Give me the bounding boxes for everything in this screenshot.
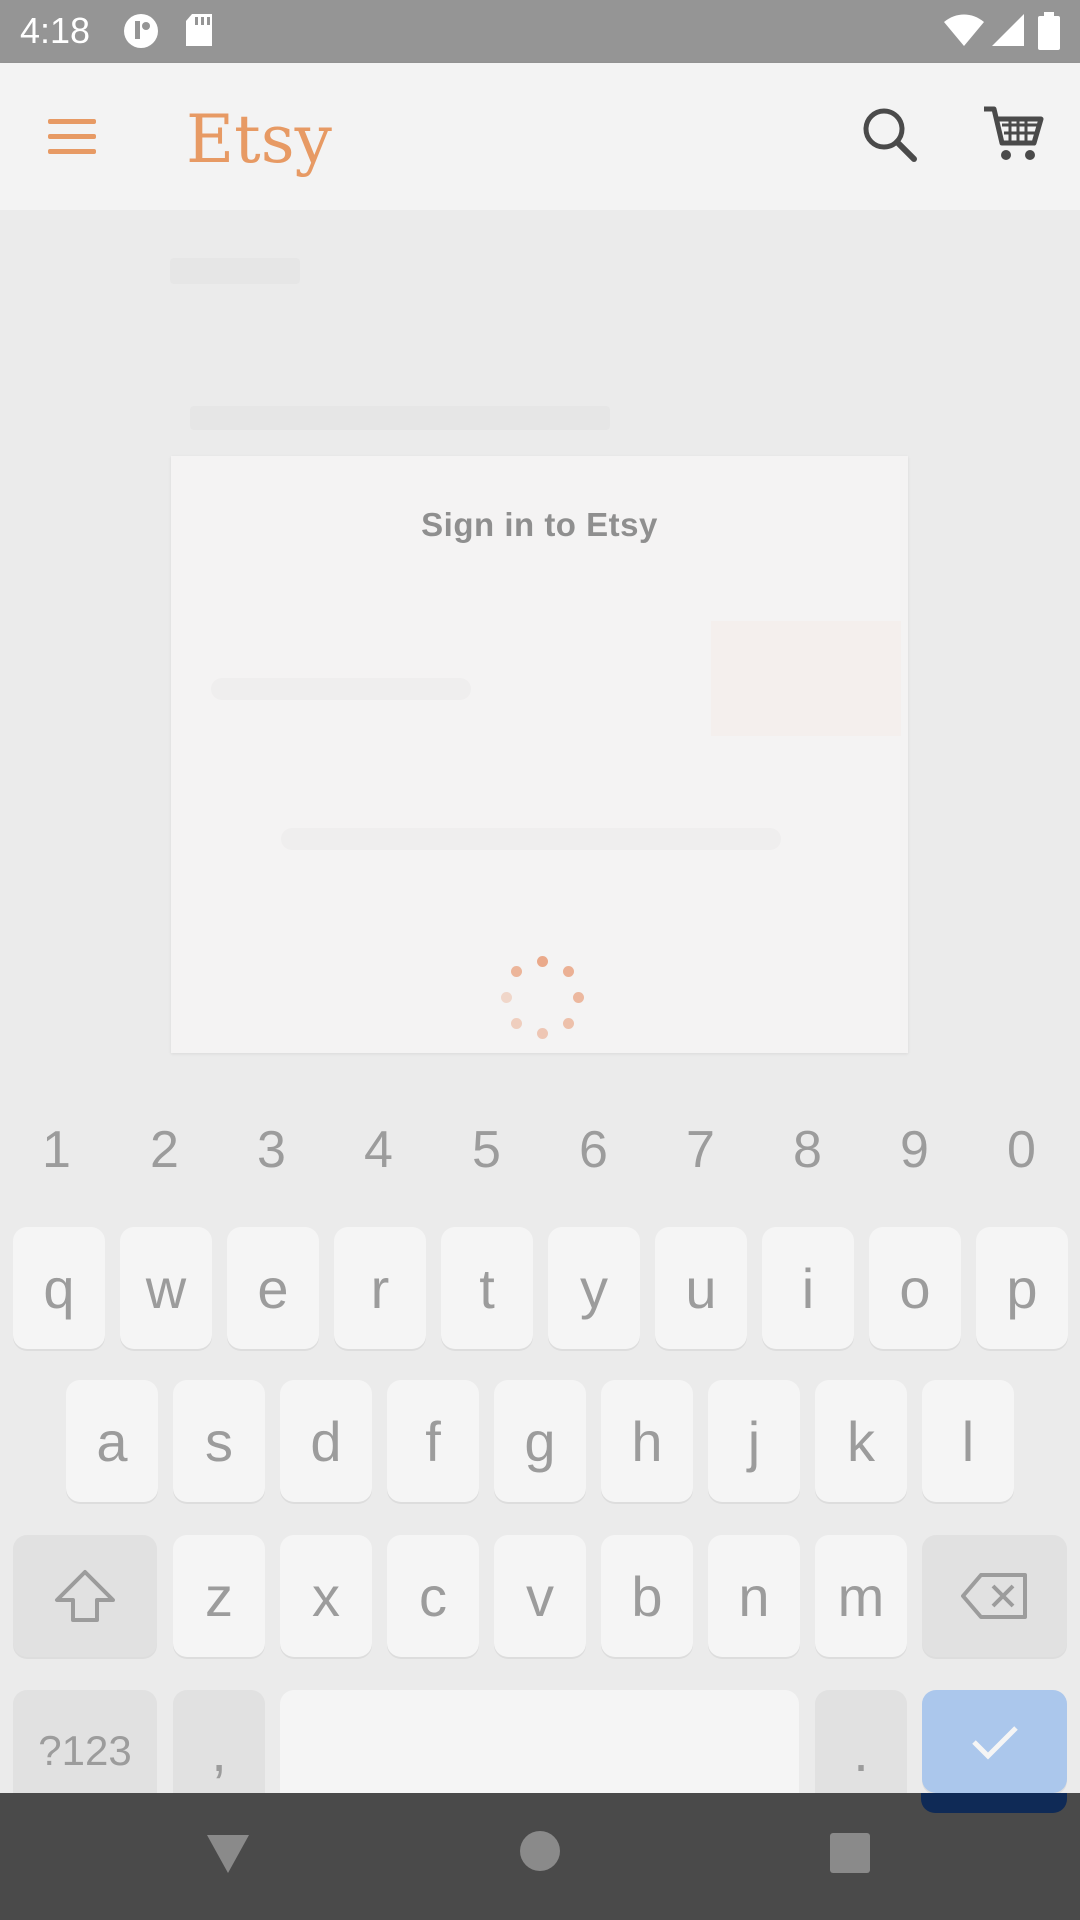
key-t[interactable]: t <box>441 1227 533 1349</box>
key-7[interactable]: 7 <box>647 1120 754 1180</box>
navigation-bar <box>0 1793 1080 1920</box>
key-b[interactable]: b <box>601 1535 693 1657</box>
sign-in-dialog: Sign in to Etsy <box>171 456 908 1053</box>
ghost-heading <box>170 258 300 284</box>
key-u[interactable]: u <box>655 1227 747 1349</box>
key-5[interactable]: 5 <box>433 1120 540 1180</box>
status-bar: 4:18 <box>0 0 1080 63</box>
key-r[interactable]: r <box>334 1227 426 1349</box>
battery-icon <box>1038 12 1060 50</box>
key-s[interactable]: s <box>173 1380 265 1502</box>
dialog-title: Sign in to Etsy <box>421 506 658 543</box>
key-d[interactable]: d <box>280 1380 372 1502</box>
recents-icon[interactable] <box>830 1833 870 1873</box>
search-icon[interactable] <box>860 105 920 165</box>
key-e[interactable]: e <box>227 1227 319 1349</box>
key-o[interactable]: o <box>869 1227 961 1349</box>
enter-key[interactable] <box>922 1690 1067 1793</box>
app-bar: Etsy <box>0 63 1080 210</box>
key-1[interactable]: 1 <box>3 1120 110 1180</box>
key-2[interactable]: 2 <box>111 1120 218 1180</box>
shift-key[interactable] <box>13 1535 157 1657</box>
cart-icon[interactable] <box>982 103 1044 165</box>
loading-spinner-icon <box>499 956 585 1042</box>
faint-link-text <box>281 828 781 850</box>
key-y[interactable]: y <box>548 1227 640 1349</box>
key-4[interactable]: 4 <box>325 1120 432 1180</box>
key-n[interactable]: n <box>708 1535 800 1657</box>
home-icon[interactable] <box>520 1831 560 1871</box>
menu-icon[interactable] <box>48 115 98 159</box>
back-icon[interactable] <box>205 1833 251 1875</box>
key-c[interactable]: c <box>387 1535 479 1657</box>
etsy-logo[interactable]: Etsy <box>186 101 332 178</box>
key-v[interactable]: v <box>494 1535 586 1657</box>
key-p[interactable]: p <box>976 1227 1068 1349</box>
key-m[interactable]: m <box>815 1535 907 1657</box>
key-3[interactable]: 3 <box>218 1120 325 1180</box>
key-0[interactable]: 0 <box>968 1120 1075 1180</box>
shift-icon <box>55 1570 115 1622</box>
backspace-key[interactable] <box>922 1535 1067 1657</box>
app-notification-icon <box>124 14 158 48</box>
key-l[interactable]: l <box>922 1380 1014 1502</box>
key-a[interactable]: a <box>66 1380 158 1502</box>
key-w[interactable]: w <box>120 1227 212 1349</box>
key-j[interactable]: j <box>708 1380 800 1502</box>
key-i[interactable]: i <box>762 1227 854 1349</box>
key-9[interactable]: 9 <box>861 1120 968 1180</box>
key-6[interactable]: 6 <box>540 1120 647 1180</box>
enter-key-shadow <box>921 1793 1067 1813</box>
key-q[interactable]: q <box>13 1227 105 1349</box>
key-k[interactable]: k <box>815 1380 907 1502</box>
faint-button <box>711 621 901 736</box>
signal-icon <box>992 14 1024 46</box>
faint-input-placeholder <box>211 678 471 700</box>
key-x[interactable]: x <box>280 1535 372 1657</box>
soft-keyboard: 1 2 3 4 5 6 7 8 9 0 q w e r t y u i o p … <box>0 1090 1080 1812</box>
number-row: 1 2 3 4 5 6 7 8 9 0 <box>0 1120 1080 1190</box>
checkmark-icon <box>971 1725 1018 1760</box>
ghost-text <box>190 406 610 430</box>
key-z[interactable]: z <box>173 1535 265 1657</box>
key-f[interactable]: f <box>387 1380 479 1502</box>
key-8[interactable]: 8 <box>754 1120 861 1180</box>
key-g[interactable]: g <box>494 1380 586 1502</box>
key-h[interactable]: h <box>601 1380 693 1502</box>
sd-card-icon <box>186 14 212 46</box>
status-time: 4:18 <box>20 10 91 51</box>
wifi-icon <box>944 14 984 46</box>
backspace-icon <box>960 1573 1027 1619</box>
